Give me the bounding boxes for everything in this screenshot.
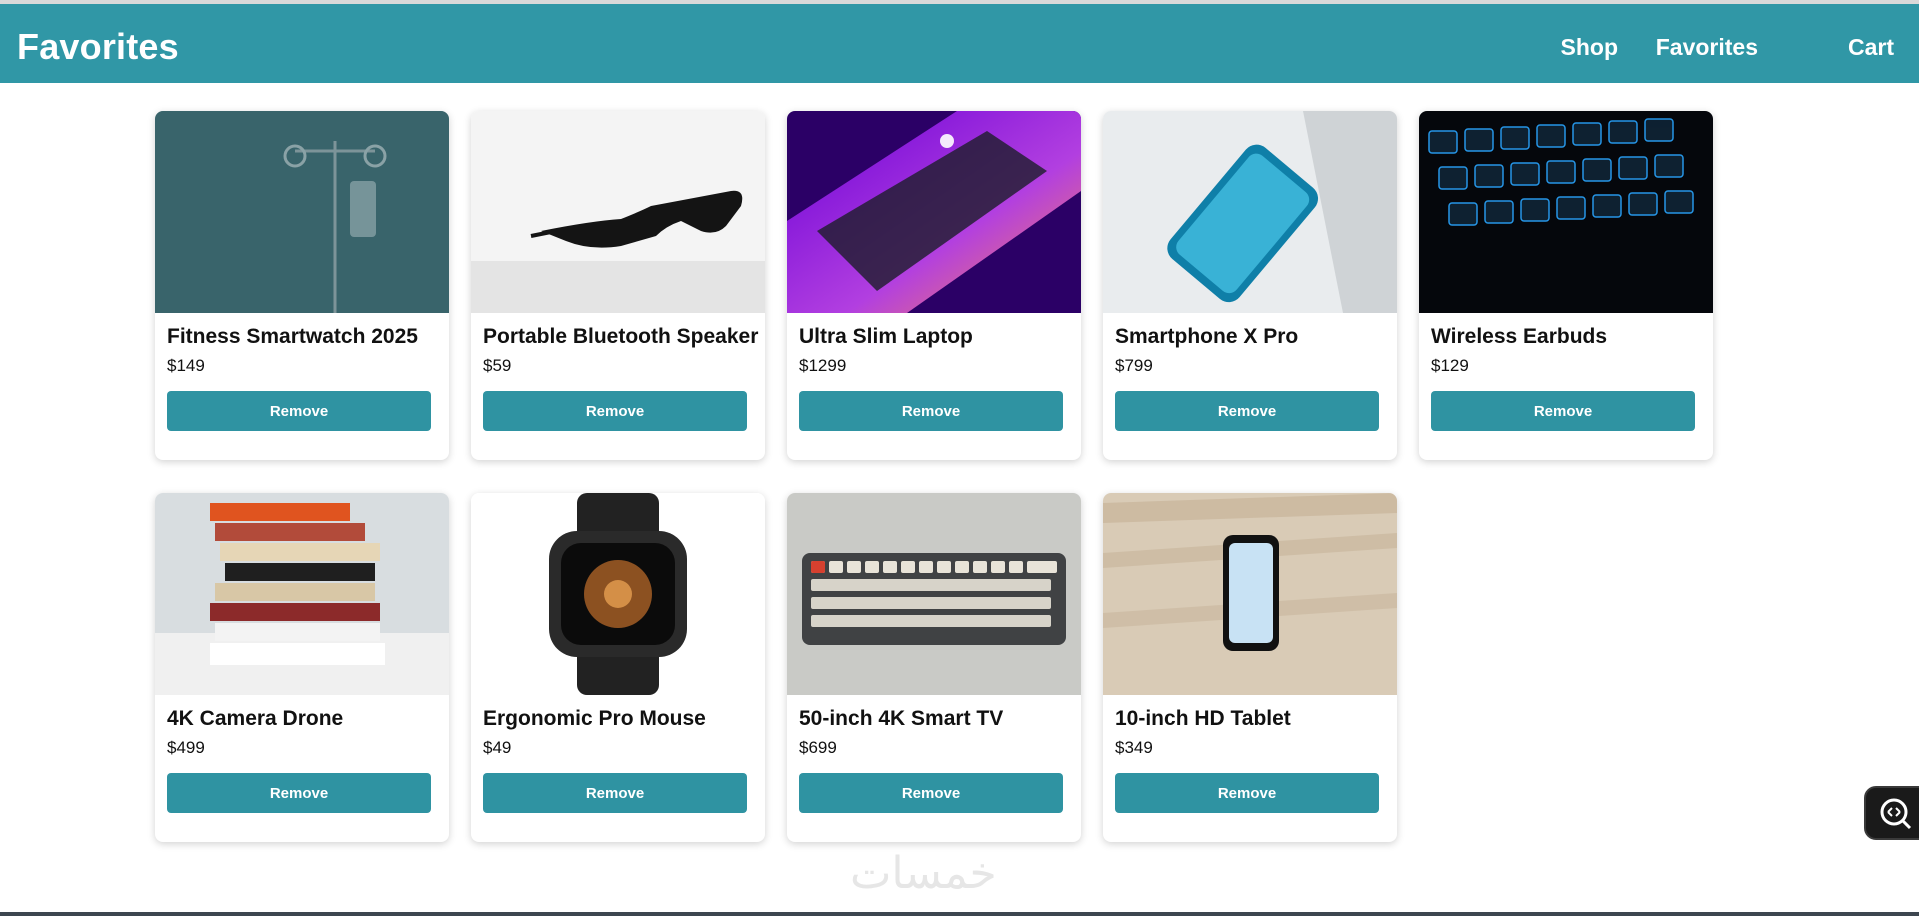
product-card: 50-inch 4K Smart TV $699 Remove — [787, 493, 1081, 842]
remove-button[interactable]: Remove — [483, 773, 747, 813]
iv-stand-photo — [155, 111, 449, 313]
product-image — [1103, 493, 1397, 695]
product-card: Smartphone X Pro $799 Remove — [1103, 111, 1397, 460]
watermark-logo: خمسات — [842, 848, 1077, 899]
code-search-icon — [1880, 798, 1912, 830]
product-image — [1419, 111, 1713, 313]
code-search-button[interactable] — [1864, 786, 1919, 840]
smartphone-photo — [1103, 111, 1397, 313]
product-card: Ultra Slim Laptop $1299 Remove — [787, 111, 1081, 460]
remove-button[interactable]: Remove — [799, 391, 1063, 431]
product-image — [787, 111, 1081, 313]
product-title: 4K Camera Drone — [167, 707, 344, 730]
keyboard-backlit-photo — [1419, 111, 1713, 313]
product-image — [155, 493, 449, 695]
product-title: Wireless Earbuds — [1431, 325, 1608, 348]
product-image — [787, 493, 1081, 695]
book-stack-photo — [155, 493, 449, 695]
product-price: $349 — [1115, 738, 1153, 757]
page-title: Favorites — [17, 26, 179, 67]
product-title: 10-inch HD Tablet — [1115, 707, 1291, 730]
product-card: Portable Bluetooth Speaker $59 Remove — [471, 111, 765, 460]
nav-favorites-link[interactable]: Favorites — [1656, 34, 1758, 61]
product-price: $49 — [483, 738, 512, 757]
remove-button[interactable]: Remove — [799, 773, 1063, 813]
watermark-text: خمسات — [850, 848, 997, 898]
product-title: Portable Bluetooth Speaker — [483, 325, 759, 348]
product-image — [471, 111, 765, 313]
remove-button[interactable]: Remove — [483, 391, 747, 431]
navbar: Favorites Shop Favorites Cart — [0, 4, 1919, 83]
product-price: $499 — [167, 738, 205, 757]
product-title: Ergonomic Pro Mouse — [483, 707, 706, 730]
product-image — [155, 111, 449, 313]
product-price: $149 — [167, 356, 205, 375]
bottom-border — [0, 912, 1919, 916]
sunglasses-photo — [471, 111, 765, 313]
product-title: Ultra Slim Laptop — [799, 325, 973, 348]
product-price: $799 — [1115, 356, 1153, 375]
remove-button[interactable]: Remove — [1431, 391, 1695, 431]
remove-button[interactable]: Remove — [1115, 773, 1379, 813]
smartwatch-photo — [471, 493, 765, 695]
nav-shop-link[interactable]: Shop — [1561, 34, 1619, 61]
product-price: $1299 — [799, 356, 847, 375]
nav-cart-link[interactable]: Cart — [1848, 34, 1894, 61]
watermark-svg: خمسات — [850, 848, 997, 899]
product-price: $699 — [799, 738, 837, 757]
product-card: Fitness Smartwatch 2025 $149 Remove — [155, 111, 449, 460]
product-price: $129 — [1431, 356, 1469, 375]
mechanical-keyboard-photo — [787, 493, 1081, 695]
product-image — [1103, 111, 1397, 313]
remove-button[interactable]: Remove — [167, 773, 431, 813]
laptop-photo — [787, 111, 1081, 313]
product-title: Fitness Smartwatch 2025 — [167, 325, 418, 348]
product-card: 10-inch HD Tablet $349 Remove — [1103, 493, 1397, 842]
remove-button[interactable]: Remove — [1115, 391, 1379, 431]
product-card: 4K Camera Drone $499 Remove — [155, 493, 449, 842]
product-price: $59 — [483, 356, 512, 375]
remove-button[interactable]: Remove — [167, 391, 431, 431]
product-card: Wireless Earbuds $129 Remove — [1419, 111, 1713, 460]
product-card: Ergonomic Pro Mouse $49 Remove — [471, 493, 765, 842]
product-title: 50-inch 4K Smart TV — [799, 707, 1004, 730]
phone-on-wood-photo — [1103, 493, 1397, 695]
product-image — [471, 493, 765, 695]
product-title: Smartphone X Pro — [1115, 325, 1299, 348]
